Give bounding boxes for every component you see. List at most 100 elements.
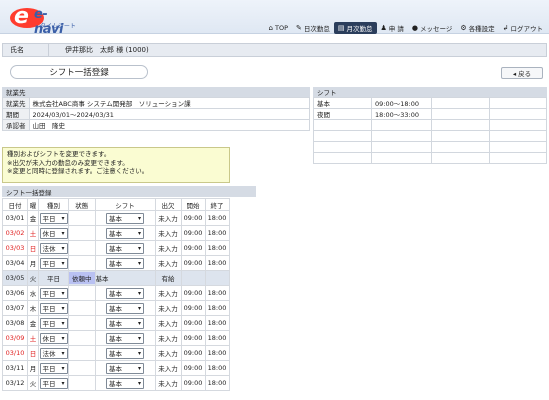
shift-select[interactable]: 基本 ▾ [106,242,144,254]
table-row: 03/12 火平日 ▾ 基本 ▾ 未入力 09:00 18:00 [2,375,230,391]
calendar-icon: ▤ [337,24,345,32]
select-value: 法休 [42,350,56,358]
row-weekday: 木 [27,300,39,316]
shift-name [313,130,372,142]
shift-select[interactable]: 基本 ▾ [106,212,144,224]
type-select[interactable]: 平日 ▾ [39,377,68,389]
table-row: 03/02 土休日 ▾ 基本 ▾ 未入力 09:00 18:00 [2,225,230,241]
shift-select[interactable]: 基本 ▾ [106,347,144,359]
type-select[interactable]: 平日 ▾ [39,317,68,329]
nav-calendar[interactable]: ▤ 月次勤怠 [333,22,377,34]
table-row: 03/11 月平日 ▾ 基本 ▾ 未入力 09:00 18:00 [2,360,230,376]
nav-logout[interactable]: ↲ ログアウト [499,22,547,34]
chevron-down-icon: ▾ [137,244,141,252]
shift-select[interactable]: 基本 ▾ [106,332,144,344]
shift-row: 基本 09:00～18:00 [313,97,547,109]
row-date: 03/08 [2,315,28,331]
chevron-down-icon: ▾ [137,214,141,222]
select-value: 平日 [42,365,56,373]
shift-select[interactable]: 基本 ▾ [106,257,144,269]
main-nav: ⌂ TOP ✎ 日次勤怠 ▤ 月次勤怠 ♟ 申 請 ● メッセージ ⚙ 各種設定 ↲ ログアウト [265,22,547,34]
nav-label: 月次勤怠 [346,25,373,33]
type-select[interactable]: 法休 ▾ [39,242,68,254]
notice-line: ※出欠が未入力の勤怠のみ変更できます。 [7,158,129,167]
page-title: シフト一括登録 [10,65,148,79]
row-shift-cell: 基本 ▾ [94,375,156,391]
type-select[interactable]: 平日 ▾ [39,362,68,374]
type-select[interactable]: 平日 ▾ [39,302,68,314]
row-shift-cell: 基本 ▾ [94,285,156,301]
shift-name [313,141,372,153]
chevron-down-icon: ▾ [137,304,141,312]
e-navi-logo[interactable]: e e-navi タイムシート [10,6,76,37]
row-weekday: 金 [27,315,39,331]
row-attendance: 未入力 [154,300,182,316]
type-select[interactable]: 休日 ▾ [39,227,68,239]
shift-select[interactable]: 基本 ▾ [106,317,144,329]
row-status-cell [68,240,96,256]
shift-select[interactable]: 基本 ▾ [106,287,144,299]
row-start: 09:00 [180,225,206,241]
type-select[interactable]: 平日 ▾ [39,212,68,224]
row-date: 03/07 [2,300,28,316]
type-select[interactable]: 法休 ▾ [39,347,68,359]
row-status-cell [68,285,96,301]
select-value: 基本 [109,305,122,313]
row-end: 18:00 [204,345,230,361]
row-type-cell: 平日 ▾ [38,300,69,316]
nav-chat[interactable]: ● メッセージ [408,22,456,34]
row-start: 09:00 [180,285,206,301]
back-button[interactable]: ◂ 戻る [501,67,543,79]
shift-blank-cell [431,108,490,120]
row-start: 09:00 [180,240,206,256]
shift-select[interactable]: 基本 ▾ [106,362,144,374]
employment-row: 期間 2024/03/01～2024/03/31 [2,108,310,120]
row-type-cell: 休日 ▾ [38,225,69,241]
chevron-down-icon: ▾ [61,259,65,267]
chevron-down-icon: ▾ [137,259,141,267]
select-value: 法休 [42,245,56,253]
shift-blank-cell [489,119,547,131]
row-type-cell: 法休 ▾ [38,240,69,256]
type-select[interactable]: 休日 ▾ [39,332,68,344]
column-header: 開始 [180,198,206,211]
table-row: 03/05 火平日 依頼中 基本 有給 [2,270,230,286]
row-date: 03/12 [2,375,28,391]
row-shift-cell: 基本 ▾ [94,210,156,226]
select-value: 平日 [42,320,56,328]
home-icon: ⌂ [268,24,273,32]
row-weekday: 火 [27,375,39,391]
shift-select[interactable]: 基本 ▾ [106,227,144,239]
row-attendance: 未入力 [154,225,182,241]
row-start: 09:00 [180,315,206,331]
type-select[interactable]: 平日 ▾ [39,287,68,299]
row-date: 03/11 [2,360,28,376]
type-select[interactable]: 平日 ▾ [39,257,68,269]
row-shift-cell: 基本 ▾ [94,225,156,241]
chevron-down-icon: ▾ [61,304,65,312]
user-name-value: 伊井那比 太郎 様 (1000) [65,46,149,54]
row-status-cell: 依頼中 [68,270,96,286]
nav-person[interactable]: ♟ 申 請 [377,22,408,34]
shift-select[interactable]: 基本 ▾ [106,302,144,314]
row-end: 18:00 [204,240,230,256]
row-attendance: 未入力 [154,210,182,226]
shift-select[interactable]: 基本 ▾ [106,377,144,389]
row-date: 03/02 [2,225,28,241]
select-value: 休日 [42,335,56,343]
chevron-down-icon: ▾ [137,229,141,237]
chevron-down-icon: ▾ [137,334,141,342]
shift-name [313,119,372,131]
chat-icon: ● [411,24,418,32]
shift-blank-cell [431,141,490,153]
row-weekday: 日 [27,240,39,256]
employment-key: 期間 [2,108,30,120]
table-row: 03/10 日法休 ▾ 基本 ▾ 未入力 09:00 18:00 [2,345,230,361]
row-type-cell: 平日 [38,270,69,286]
nav-pencil[interactable]: ✎ 日次勤怠 [292,22,334,34]
nav-home[interactable]: ⌂ TOP [265,22,292,34]
chevron-down-icon: ▾ [137,364,141,372]
row-attendance: 有給 [154,270,182,286]
select-value: 基本 [109,380,122,388]
nav-gear[interactable]: ⚙ 各種設定 [456,22,498,34]
